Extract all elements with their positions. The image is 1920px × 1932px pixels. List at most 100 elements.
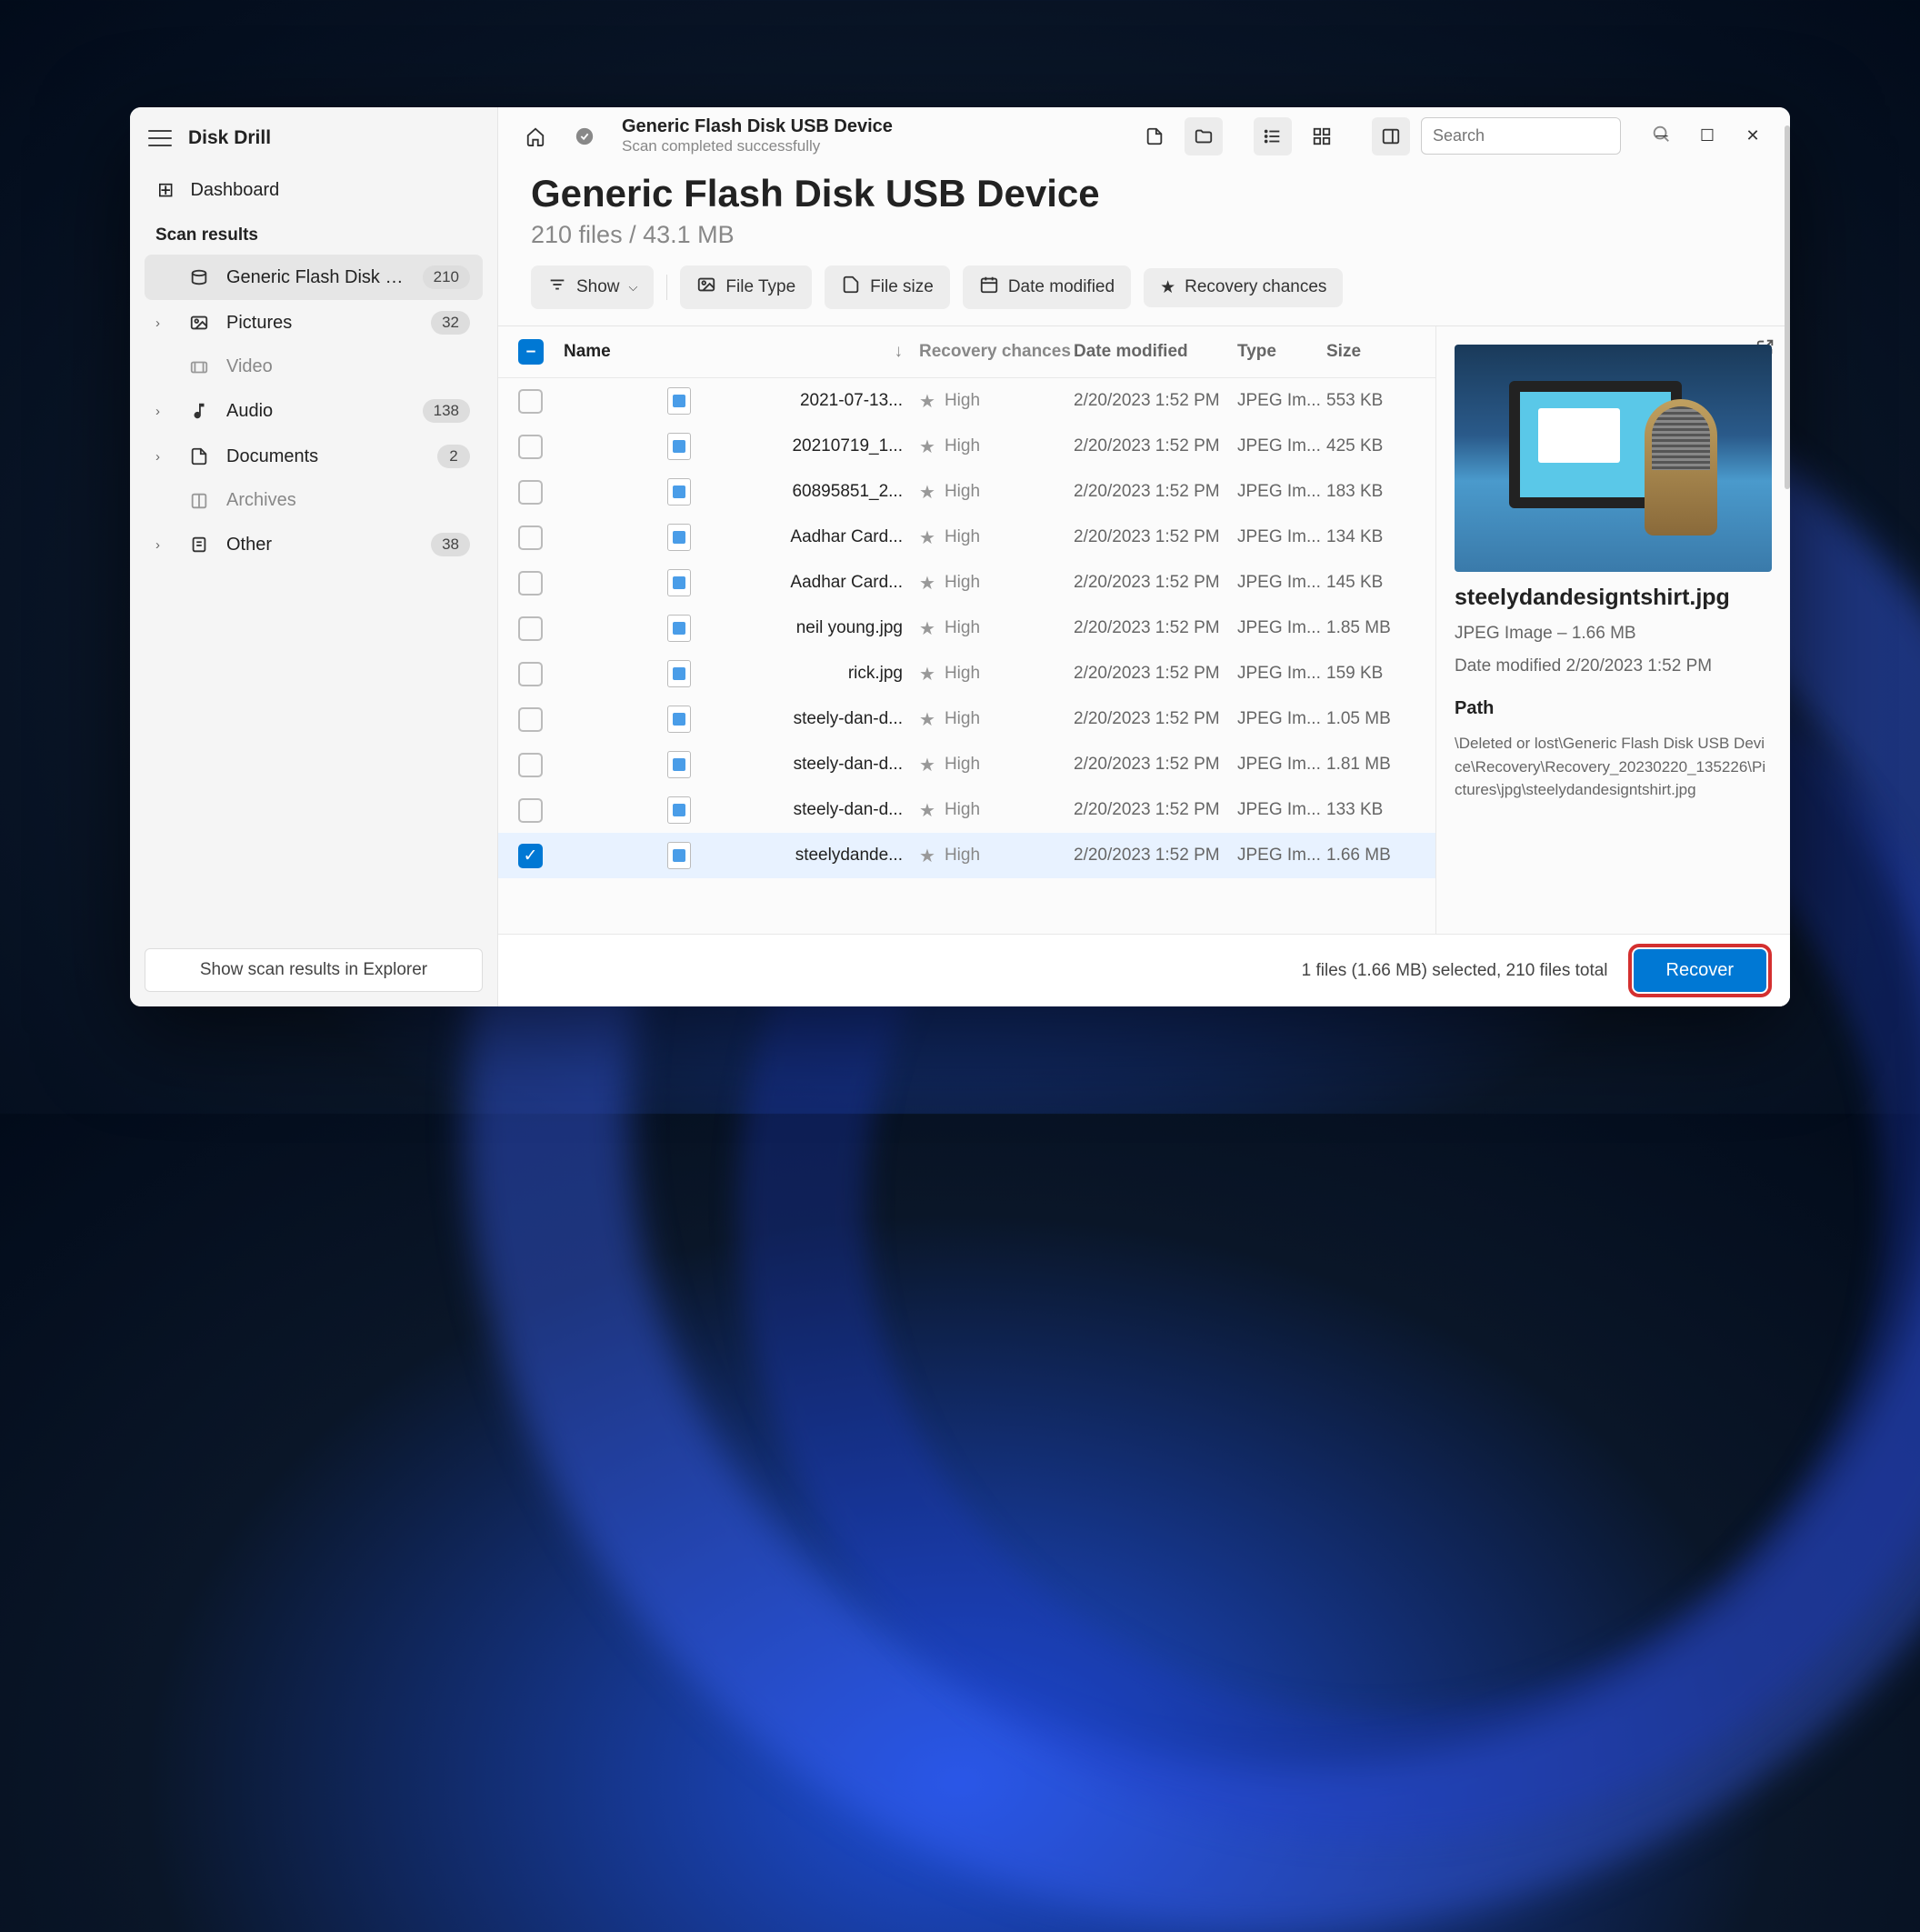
size-cell: 1.81 MB xyxy=(1326,755,1417,775)
file-thumb-icon xyxy=(667,387,691,415)
column-type[interactable]: Type xyxy=(1237,342,1326,362)
row-checkbox[interactable] xyxy=(518,526,543,550)
star-icon: ★ xyxy=(919,799,935,822)
recovery-cell: ★High xyxy=(919,390,1074,413)
date-cell: 2/20/2023 1:52 PM xyxy=(1074,391,1237,411)
row-checkbox[interactable] xyxy=(518,571,543,596)
row-checkbox[interactable] xyxy=(518,662,543,686)
date-cell: 2/20/2023 1:52 PM xyxy=(1074,755,1237,775)
table-row[interactable]: steely-dan-d... ★High 2/20/2023 1:52 PM … xyxy=(498,742,1435,787)
sidebar-item-documents[interactable]: ›Documents2 xyxy=(145,434,483,479)
row-checkbox[interactable] xyxy=(518,480,543,505)
dashboard-icon: ⊞ xyxy=(157,178,174,202)
sidebar-item-generic-flash-disk-usb-[interactable]: Generic Flash Disk USB...210 xyxy=(145,255,483,300)
column-date[interactable]: Date modified xyxy=(1074,342,1237,362)
table-rows: 2021-07-13... ★High 2/20/2023 1:52 PM JP… xyxy=(498,378,1435,934)
recovery-cell: ★High xyxy=(919,845,1074,867)
size-cell: 1.05 MB xyxy=(1326,709,1417,729)
content-header: Generic Flash Disk USB Device 210 files … xyxy=(498,165,1790,265)
table-row[interactable]: ✓ steelydande... ★High 2/20/2023 1:52 PM… xyxy=(498,833,1435,878)
sidebar-item-label: Audio xyxy=(226,401,406,422)
sidebar-item-video[interactable]: Video xyxy=(145,345,483,388)
search-input[interactable] xyxy=(1421,117,1621,155)
filter-file-type[interactable]: File Type xyxy=(680,265,812,309)
file-thumb-icon xyxy=(667,524,691,551)
star-icon: ★ xyxy=(919,435,935,458)
file-name: Aadhar Card... xyxy=(790,573,903,593)
filter-date-modified[interactable]: Date modified xyxy=(963,265,1131,309)
star-icon: ★ xyxy=(919,526,935,549)
column-size[interactable]: Size xyxy=(1326,342,1417,362)
other-icon xyxy=(188,535,210,555)
size-cell: 145 KB xyxy=(1326,573,1417,593)
file-name: 20210719_1... xyxy=(792,436,903,456)
filter-show[interactable]: Show ⌵ xyxy=(531,265,654,309)
chevron-right-icon: › xyxy=(155,404,172,419)
size-cell: 159 KB xyxy=(1326,664,1417,684)
scan-results-heading: Scan results xyxy=(145,213,483,255)
size-cell: 1.66 MB xyxy=(1326,846,1417,866)
divider xyxy=(666,275,667,300)
count-badge: 38 xyxy=(431,533,470,556)
grid-view-icon[interactable] xyxy=(1303,117,1341,155)
date-cell: 2/20/2023 1:52 PM xyxy=(1074,709,1237,729)
audio-icon xyxy=(188,401,210,421)
new-file-icon[interactable] xyxy=(1135,117,1174,155)
app-title: Disk Drill xyxy=(188,127,271,149)
table-row[interactable]: steely-dan-d... ★High 2/20/2023 1:52 PM … xyxy=(498,787,1435,833)
row-checkbox[interactable]: ✓ xyxy=(518,844,543,868)
table-row[interactable]: Aadhar Card... ★High 2/20/2023 1:52 PM J… xyxy=(498,515,1435,560)
minimize-button[interactable]: ─ xyxy=(1643,117,1681,155)
table-row[interactable]: neil young.jpg ★High 2/20/2023 1:52 PM J… xyxy=(498,606,1435,651)
count-badge: 2 xyxy=(437,445,470,468)
row-checkbox[interactable] xyxy=(518,707,543,732)
folder-icon[interactable] xyxy=(1185,117,1223,155)
master-checkbox[interactable]: – xyxy=(518,339,544,365)
hamburger-menu-icon[interactable] xyxy=(148,130,172,146)
sidebar-item-archives[interactable]: Archives xyxy=(145,479,483,522)
size-cell: 425 KB xyxy=(1326,436,1417,456)
file-thumb-icon xyxy=(667,569,691,596)
home-icon[interactable] xyxy=(516,117,555,155)
file-name: steely-dan-d... xyxy=(794,800,903,820)
sidebar-item-pictures[interactable]: ›Pictures32 xyxy=(145,300,483,345)
sort-arrow-icon: ↓ xyxy=(895,342,904,362)
show-in-explorer-button[interactable]: Show scan results in Explorer xyxy=(145,948,483,992)
recovery-cell: ★High xyxy=(919,754,1074,776)
row-checkbox[interactable] xyxy=(518,753,543,777)
row-checkbox[interactable] xyxy=(518,798,543,823)
maximize-button[interactable]: ☐ xyxy=(1688,117,1726,155)
file-name: 2021-07-13... xyxy=(800,391,903,411)
recovery-cell: ★High xyxy=(919,435,1074,458)
row-checkbox[interactable] xyxy=(518,389,543,414)
chevron-right-icon: › xyxy=(155,449,172,465)
breadcrumb-subtitle: Scan completed successfully xyxy=(622,137,1125,155)
preview-image xyxy=(1455,345,1772,572)
close-button[interactable]: ✕ xyxy=(1734,117,1772,155)
filter-recovery-chances[interactable]: ★ Recovery chances xyxy=(1144,268,1343,307)
filter-file-size[interactable]: File size xyxy=(825,265,950,309)
sidebar-item-audio[interactable]: ›Audio138 xyxy=(145,388,483,434)
sidebar-item-dashboard[interactable]: ⊞ Dashboard xyxy=(145,167,483,213)
column-recovery[interactable]: Recovery chances xyxy=(919,342,1074,362)
date-cell: 2/20/2023 1:52 PM xyxy=(1074,482,1237,502)
list-view-icon[interactable] xyxy=(1254,117,1292,155)
table-row[interactable]: 20210719_1... ★High 2/20/2023 1:52 PM JP… xyxy=(498,424,1435,469)
type-cell: JPEG Im... xyxy=(1237,800,1326,820)
table-row[interactable]: steely-dan-d... ★High 2/20/2023 1:52 PM … xyxy=(498,696,1435,742)
panel-toggle-icon[interactable] xyxy=(1372,117,1410,155)
column-name[interactable]: Name ↓ xyxy=(564,342,919,362)
table-row[interactable]: rick.jpg ★High 2/20/2023 1:52 PM JPEG Im… xyxy=(498,651,1435,696)
row-checkbox[interactable] xyxy=(518,616,543,641)
row-checkbox[interactable] xyxy=(518,435,543,459)
table-row[interactable]: 2021-07-13... ★High 2/20/2023 1:52 PM JP… xyxy=(498,378,1435,424)
type-cell: JPEG Im... xyxy=(1237,391,1326,411)
toolbar: Generic Flash Disk USB Device Scan compl… xyxy=(498,107,1790,165)
table-row[interactable]: 60895851_2... ★High 2/20/2023 1:52 PM JP… xyxy=(498,469,1435,515)
recover-button[interactable]: Recover xyxy=(1634,949,1766,992)
video-icon xyxy=(188,357,210,377)
table-row[interactable]: Aadhar Card... ★High 2/20/2023 1:52 PM J… xyxy=(498,560,1435,606)
sidebar-item-other[interactable]: ›Other38 xyxy=(145,522,483,567)
search-field[interactable] xyxy=(1433,126,1644,145)
filter-bar: Show ⌵ File Type File size Date xyxy=(498,265,1790,325)
